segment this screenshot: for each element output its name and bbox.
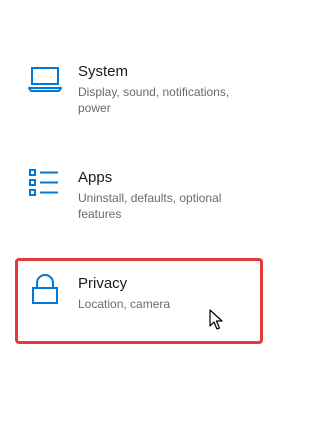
- tile-description: Location, camera: [78, 297, 171, 311]
- tile-title: Apps: [78, 169, 113, 186]
- settings-tile-system[interactable]: System Display, sound, notifications, po…: [26, 62, 266, 122]
- settings-tile-apps[interactable]: Apps Uninstall, defaults, optional featu…: [26, 168, 266, 228]
- tile-title: System: [78, 63, 129, 80]
- tile-title: Privacy: [78, 275, 128, 292]
- lock-icon: [26, 274, 66, 314]
- laptop-icon: [26, 62, 66, 102]
- settings-tile-privacy[interactable]: Privacy Location, camera: [26, 274, 266, 324]
- tile-description: Uninstall, defaults, optional features: [78, 191, 222, 221]
- pointer-cursor-icon: [209, 309, 225, 331]
- apps-list-icon: [26, 168, 66, 208]
- tile-description: Display, sound, notifications, power: [78, 85, 230, 115]
